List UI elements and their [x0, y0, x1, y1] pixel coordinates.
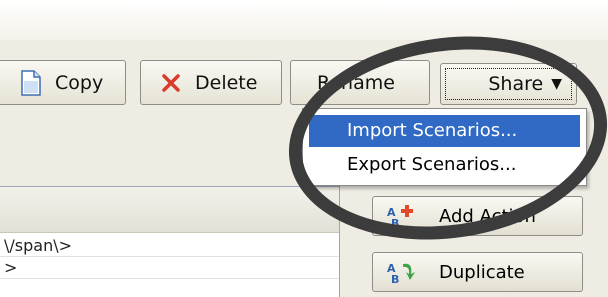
- add-action-label: Add Action: [439, 205, 536, 227]
- svg-text:B: B: [391, 217, 399, 230]
- delete-button[interactable]: Delete: [140, 60, 282, 105]
- top-fade-background: [0, 0, 608, 40]
- list-item[interactable]: \/span\>: [0, 235, 339, 257]
- delete-label: Delete: [195, 71, 258, 94]
- duplicate-icon: A B: [385, 258, 419, 286]
- list-header: [0, 187, 339, 233]
- menu-item-export-scenarios[interactable]: Export Scenarios...: [309, 149, 580, 181]
- duplicate-label: Duplicate: [439, 261, 525, 283]
- add-action-button[interactable]: A B Add Action: [372, 196, 583, 236]
- share-button[interactable]: Share ▼: [440, 63, 577, 105]
- delete-icon: [157, 72, 185, 94]
- rename-label: Rename: [317, 71, 395, 94]
- copy-icon: [17, 69, 45, 97]
- scenario-list-panel: \/span\> >: [0, 186, 340, 297]
- add-action-icon: A B: [385, 202, 419, 230]
- menu-item-import-scenarios[interactable]: Import Scenarios...: [309, 115, 580, 147]
- duplicate-button[interactable]: A B Duplicate: [372, 252, 583, 292]
- share-label: Share: [488, 73, 544, 95]
- copy-label: Copy: [55, 71, 104, 94]
- chevron-down-icon: ▼: [551, 76, 562, 92]
- share-dropdown-menu: Import Scenarios... Export Scenarios...: [302, 108, 587, 186]
- rename-button[interactable]: Rename: [290, 60, 430, 105]
- copy-button[interactable]: Copy: [0, 60, 126, 105]
- list-item[interactable]: >: [0, 257, 339, 279]
- svg-text:B: B: [391, 273, 399, 286]
